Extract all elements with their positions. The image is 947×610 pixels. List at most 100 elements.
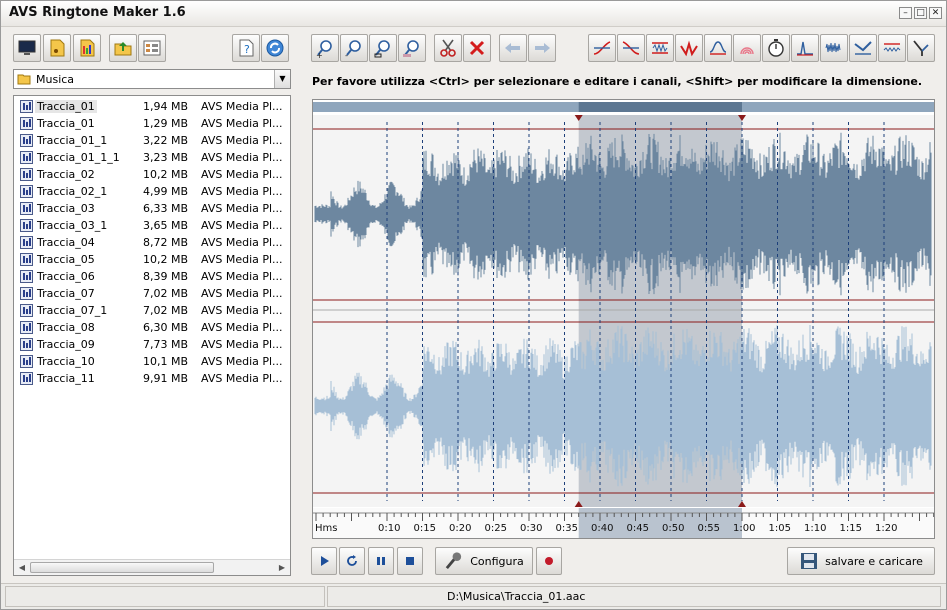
file-row[interactable]: Traccia_04 8,72 MB AVS Media Pl... [14, 234, 290, 251]
file-row[interactable]: Traccia_09 7,73 MB AVS Media Pl... [14, 336, 290, 353]
echo-button[interactable] [733, 34, 761, 62]
redo-button[interactable] [528, 34, 556, 62]
view-mode-button[interactable] [138, 34, 166, 62]
overview-selection [578, 102, 742, 112]
close-button[interactable]: ✕ [929, 7, 942, 19]
monitor-icon-button[interactable] [13, 34, 41, 62]
file-size: 8,39 MB [142, 270, 188, 283]
file-row[interactable]: Traccia_05 10,2 MB AVS Media Pl... [14, 251, 290, 268]
file-author: AVS Media Pl... [201, 117, 283, 130]
file-name: Traccia_01 [37, 117, 95, 130]
file-size: 9,91 MB [142, 372, 188, 385]
delete-icon [469, 40, 485, 56]
scroll-right-icon[interactable]: ▶ [276, 562, 288, 573]
reverb-button[interactable] [791, 34, 819, 62]
file-row[interactable]: Traccia_03 6,33 MB AVS Media Pl... [14, 200, 290, 217]
loop-button[interactable] [339, 547, 365, 575]
stopwatch-button[interactable] [762, 34, 790, 62]
file-list: Traccia_01 1,94 MB AVS Media Pl... Traccia_… [13, 95, 291, 576]
audio-file-icon [20, 134, 33, 147]
fade-out-button[interactable] [617, 34, 645, 62]
file-size: 1,94 MB [142, 100, 188, 113]
stop-button[interactable] [397, 547, 423, 575]
zoom-selection-button[interactable] [398, 34, 426, 62]
file-name: Traccia_10 [37, 355, 95, 368]
zoom-fit-button[interactable] [369, 34, 397, 62]
file-row[interactable]: Traccia_11 9,91 MB AVS Media Pl... [14, 370, 290, 387]
filter-button[interactable] [907, 34, 935, 62]
chorus-button[interactable] [849, 34, 877, 62]
zoom-selection-icon [403, 40, 419, 57]
ruler-tick-label: 0:55 [698, 523, 720, 534]
folder-icon [17, 74, 31, 85]
playlist-button[interactable] [73, 34, 101, 62]
delete-button[interactable] [463, 34, 491, 62]
ruler-unit-label: Hms [315, 523, 337, 534]
undo-button[interactable] [499, 34, 527, 62]
file-row[interactable]: Traccia_10 10,1 MB AVS Media Pl... [14, 353, 290, 370]
zoom-in-button[interactable]: + [311, 34, 339, 62]
file-row[interactable]: Traccia_02_1 4,99 MB AVS Media Pl... [14, 183, 290, 200]
configure-button[interactable]: Configura [435, 547, 533, 575]
noise-button[interactable] [820, 34, 848, 62]
file-size: 3,23 MB [142, 151, 188, 164]
flanger-button[interactable] [878, 34, 906, 62]
zoom-out-button[interactable]: - [340, 34, 368, 62]
hint-text: Per favore utilizza <Ctrl> per seleziona… [312, 75, 923, 88]
ruler-tick-label: 0:30 [520, 523, 542, 534]
file-size: 6,33 MB [142, 202, 188, 215]
file-row[interactable]: Traccia_07_1 7,02 MB AVS Media Pl... [14, 302, 290, 319]
horizontal-scrollbar[interactable]: ◀ ▶ [14, 559, 290, 575]
file-row[interactable]: Traccia_01 1,94 MB AVS Media Pl... [14, 98, 290, 115]
file-size: 1,29 MB [142, 117, 188, 130]
audio-file-button[interactable] [43, 34, 71, 62]
fade-out-icon [622, 41, 640, 55]
save-upload-button[interactable]: salvare e caricare [787, 547, 935, 575]
file-row[interactable]: Traccia_01 1,29 MB AVS Media Pl... [14, 115, 290, 132]
record-icon [545, 557, 553, 565]
cut-icon [440, 39, 456, 57]
play-icon [321, 556, 329, 566]
waveform-canvas[interactable]: Hms 0:10 0:15 0:20 0:25 0:30 0:35 0:40 0:45 0:50 0… [313, 100, 934, 538]
folder-up-button[interactable] [109, 34, 137, 62]
audio-file-icon [20, 185, 33, 198]
play-button[interactable] [311, 547, 337, 575]
audio-file-icon [20, 304, 33, 317]
file-name: Traccia_02 [37, 168, 95, 181]
file-row[interactable]: Traccia_08 6,30 MB AVS Media Pl... [14, 319, 290, 336]
ruler-tick-label: 0:25 [485, 523, 507, 534]
folder-select[interactable]: Musica ▼ [13, 69, 291, 89]
audio-file-icon [20, 219, 33, 232]
ruler-tick-label: 0:50 [662, 523, 684, 534]
fade-in-button[interactable] [588, 34, 616, 62]
chevron-down-icon[interactable]: ▼ [274, 70, 290, 88]
file-row[interactable]: Traccia_01_1 3,22 MB AVS Media Pl... [14, 132, 290, 149]
maximize-button[interactable]: □ [914, 7, 927, 19]
ruler-tick-label: 0:40 [591, 523, 613, 534]
normalize-button[interactable] [646, 34, 674, 62]
file-size: 8,72 MB [142, 236, 188, 249]
cut-button[interactable] [434, 34, 462, 62]
folder-name: Musica [36, 73, 75, 86]
scroll-left-icon[interactable]: ◀ [16, 562, 28, 573]
equalizer-button[interactable] [704, 34, 732, 62]
zoom-out-icon: - [345, 40, 361, 58]
pause-button[interactable] [368, 547, 394, 575]
file-author: AVS Media Pl... [201, 134, 283, 147]
update-button[interactable] [261, 34, 289, 62]
ruler-tick-label: 1:15 [840, 523, 862, 534]
file-author: AVS Media Pl... [201, 321, 283, 334]
file-row[interactable]: Traccia_02 10,2 MB AVS Media Pl... [14, 166, 290, 183]
record-button[interactable] [536, 547, 562, 575]
minimize-button[interactable]: – [899, 7, 912, 19]
file-row[interactable]: Traccia_07 7,02 MB AVS Media Pl... [14, 285, 290, 302]
stop-icon [406, 557, 414, 565]
file-row[interactable]: Traccia_01_1_1 3,23 MB AVS Media Pl... [14, 149, 290, 166]
help-button[interactable]: ? [232, 34, 260, 62]
file-row[interactable]: Traccia_06 8,39 MB AVS Media Pl... [14, 268, 290, 285]
scrollbar-thumb[interactable] [30, 562, 214, 573]
file-row[interactable]: Traccia_03_1 3,65 MB AVS Media Pl... [14, 217, 290, 234]
playlist-icon [80, 39, 95, 57]
amplify-button[interactable] [675, 34, 703, 62]
waveform-editor[interactable]: Hms 0:10 0:15 0:20 0:25 0:30 0:35 0:40 0:45 0:50 0… [312, 99, 935, 539]
